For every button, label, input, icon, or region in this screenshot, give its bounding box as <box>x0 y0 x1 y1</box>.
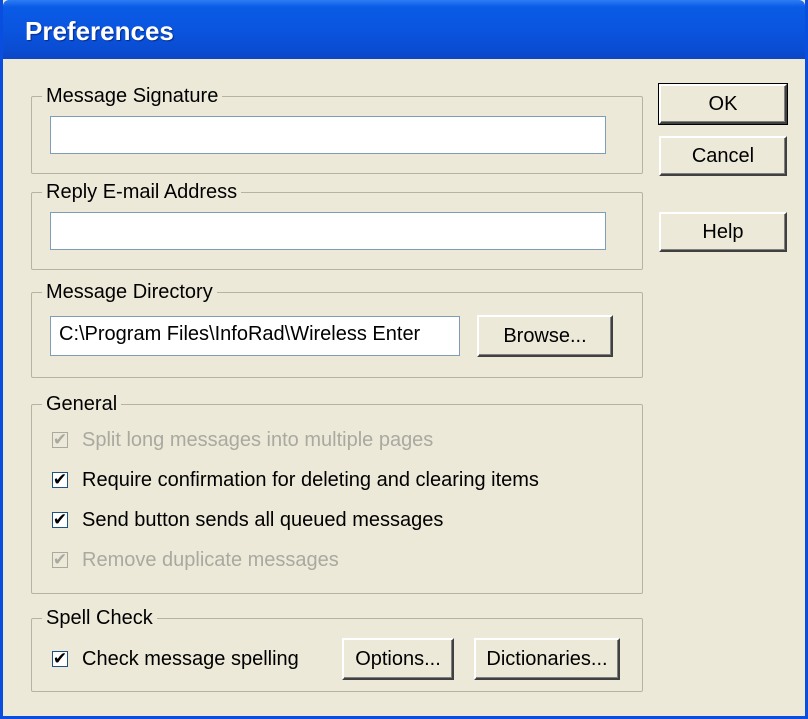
ok-button[interactable]: OK <box>658 83 788 125</box>
cancel-button[interactable]: Cancel <box>659 136 787 176</box>
require-confirmation-option[interactable]: ✔ Require confirmation for deleting and … <box>52 467 539 493</box>
split-messages-option[interactable]: ✔ Split long messages into multiple page… <box>52 427 433 453</box>
require-confirmation-checkbox[interactable]: ✔ <box>52 471 68 488</box>
check-spelling-option[interactable]: ✔ Check message spelling <box>52 646 299 672</box>
message-signature-label: Message Signature <box>42 83 223 109</box>
message-signature-input[interactable] <box>50 116 606 154</box>
check-spelling-checkbox[interactable]: ✔ <box>52 650 68 667</box>
reply-email-input[interactable] <box>50 212 606 250</box>
remove-duplicates-checkbox[interactable]: ✔ <box>52 551 68 568</box>
help-button[interactable]: Help <box>659 212 787 252</box>
send-all-queued-label: Send button sends all queued messages <box>82 508 444 531</box>
spell-check-label: Spell Check <box>42 605 157 631</box>
spell-check-group: Spell Check ✔ Check message spelling Opt… <box>31 605 643 692</box>
dictionaries-button[interactable]: Dictionaries... <box>474 638 620 680</box>
remove-duplicates-label: Remove duplicate messages <box>82 548 339 571</box>
send-all-queued-option[interactable]: ✔ Send button sends all queued messages <box>52 507 443 533</box>
split-messages-label: Split long messages into multiple pages <box>82 428 434 451</box>
message-signature-group: Message Signature <box>31 83 643 174</box>
split-messages-checkbox[interactable]: ✔ <box>52 431 68 448</box>
general-group: General ✔ Split long messages into multi… <box>31 391 643 594</box>
reply-email-label: Reply E-mail Address <box>42 179 242 205</box>
message-directory-label: Message Directory <box>42 279 217 305</box>
message-directory-input[interactable]: C:\Program Files\InfoRad\Wireless Enter <box>50 316 460 356</box>
browse-button[interactable]: Browse... <box>477 315 613 357</box>
remove-duplicates-option[interactable]: ✔ Remove duplicate messages <box>52 547 339 573</box>
check-spelling-label: Check message spelling <box>82 647 299 670</box>
title-bar[interactable]: Preferences <box>3 0 805 59</box>
reply-email-group: Reply E-mail Address <box>31 179 643 270</box>
dialog-title: Preferences <box>25 16 174 46</box>
preferences-dialog: Preferences Message Signature Reply E-ma… <box>0 0 808 719</box>
general-label: General <box>42 391 122 417</box>
send-all-queued-checkbox[interactable]: ✔ <box>52 511 68 528</box>
require-confirmation-label: Require confirmation for deleting and cl… <box>82 468 539 491</box>
spelling-options-button[interactable]: Options... <box>342 638 454 680</box>
message-directory-group: Message Directory C:\Program Files\InfoR… <box>31 279 643 378</box>
